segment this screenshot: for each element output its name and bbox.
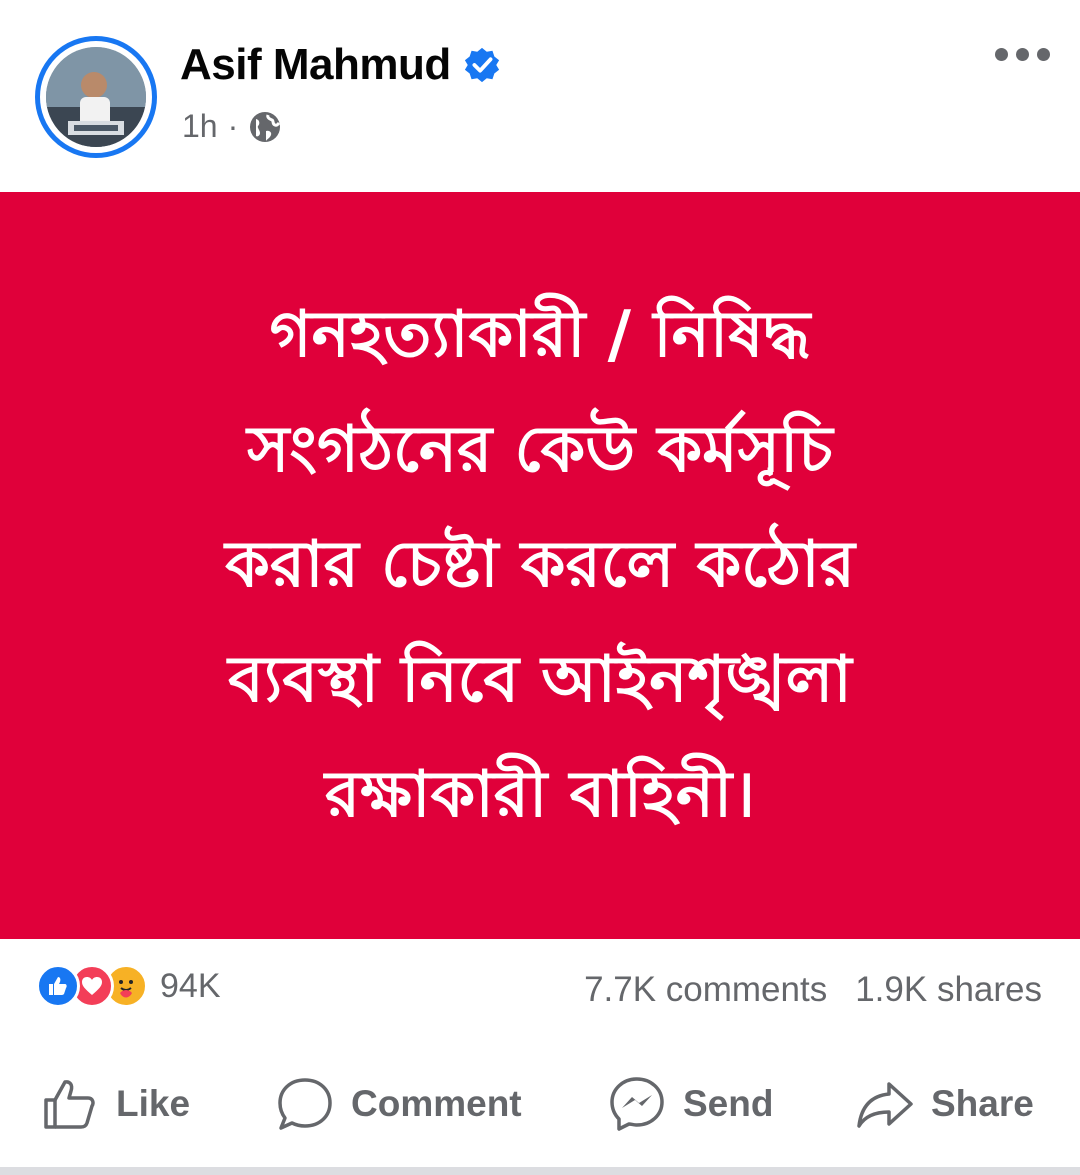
like-button[interactable]: Like	[40, 1074, 190, 1134]
comment-icon	[278, 1078, 332, 1130]
messenger-icon	[610, 1077, 664, 1131]
comment-button[interactable]: Comment	[275, 1074, 522, 1134]
like-reaction-icon	[36, 964, 80, 1008]
share-button[interactable]: Share	[855, 1074, 1034, 1134]
banner-line: রক্ষাকারী বাহিনী।	[324, 758, 756, 832]
globe-icon	[250, 111, 281, 142]
comment-label: Comment	[351, 1083, 522, 1124]
profile-photo-illustration	[46, 47, 146, 147]
avatar[interactable]	[35, 36, 157, 158]
like-icon	[44, 1080, 95, 1129]
dot-icon	[995, 48, 1008, 61]
like-label: Like	[116, 1083, 191, 1124]
banner-line: ব্যবস্থা নিবে আইনশৃঙ্খলা	[228, 643, 852, 717]
dot-icon	[1037, 48, 1050, 61]
profile-photo	[46, 47, 146, 147]
post-time[interactable]: 1h	[182, 108, 218, 145]
share-label: Share	[931, 1083, 1034, 1124]
banner-line: গনহত্যাকারী / নিষিদ্ধ	[269, 298, 811, 372]
more-options-button[interactable]	[995, 48, 1050, 61]
banner-line: করার চেষ্টা করলে কঠোর	[225, 528, 855, 602]
post-action-bar: Like Comment Send Share	[0, 1060, 1080, 1150]
post-divider	[0, 1167, 1080, 1175]
post-image-banner[interactable]: গনহত্যাকারী / নিষিদ্ধ সংগঠনের কেউ কর্মসূ…	[0, 192, 1080, 939]
share-icon	[857, 1082, 913, 1128]
post-header: Asif Mahmud 1h ·	[0, 0, 1080, 190]
shares-count[interactable]: 1.9K shares	[855, 970, 1042, 1010]
banner-line: সংগঠনের কেউ কর্মসূচি	[247, 413, 833, 487]
send-label: Send	[683, 1083, 774, 1124]
banner-text: গনহত্যাকারী / নিষিদ্ধ সংগঠনের কেউ কর্মসূ…	[60, 278, 1020, 853]
comments-count[interactable]: 7.7K comments	[584, 970, 827, 1010]
author-name[interactable]: Asif Mahmud	[180, 40, 451, 90]
dot-icon	[1016, 48, 1029, 61]
send-button[interactable]: Send	[607, 1074, 773, 1134]
post-stats: 94K 7.7K comments 1.9K shares	[0, 950, 1080, 1030]
reaction-summary[interactable]: 94K	[36, 964, 221, 1008]
meta-separator: ·	[227, 108, 239, 144]
reaction-count: 94K	[160, 966, 221, 1005]
verified-badge-icon	[464, 47, 499, 83]
